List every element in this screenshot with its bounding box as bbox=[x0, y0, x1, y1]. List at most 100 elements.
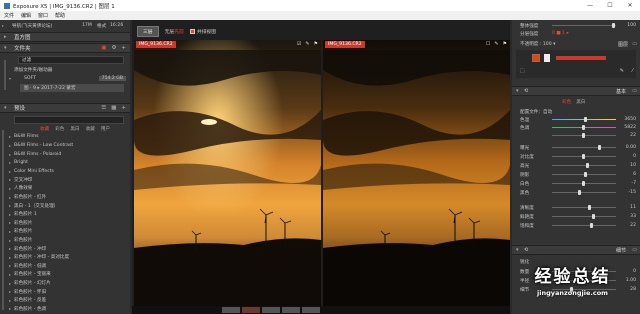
list-view-icon[interactable]: ☰ bbox=[101, 105, 106, 111]
selected-folder[interactable]: 图 · 9 ▸ 2017-7-22 蒙宏 bbox=[20, 84, 124, 92]
maximize-button[interactable]: ☐ bbox=[600, 0, 620, 11]
expand-icon[interactable]: ▸ bbox=[9, 229, 11, 234]
slider-row[interactable]: 白色 -7 bbox=[512, 180, 640, 187]
slider-track[interactable] bbox=[552, 207, 616, 208]
histogram-section[interactable]: ▸ 直方图 bbox=[0, 32, 130, 42]
flag-icon[interactable]: ⚑ bbox=[314, 41, 318, 47]
preset-item[interactable]: ▸ Bright bbox=[0, 159, 130, 167]
grid-view-icon[interactable]: ▦ bbox=[111, 105, 116, 111]
preset-item[interactable]: ▸ 彩色胶片 - 冲印 - 高对比度 bbox=[0, 253, 130, 261]
layer-name-bar[interactable] bbox=[556, 56, 606, 60]
menu-window[interactable]: 窗口 bbox=[38, 12, 48, 19]
edit-icon[interactable]: ✎ bbox=[494, 41, 498, 47]
slider-knob[interactable] bbox=[582, 181, 585, 186]
expand-icon[interactable]: ▸ bbox=[9, 298, 11, 303]
pen-icon[interactable]: ✎ bbox=[620, 68, 624, 74]
slider-knob[interactable] bbox=[584, 117, 587, 122]
preset-tab-user[interactable]: 用户 bbox=[101, 126, 110, 132]
slider-knob[interactable] bbox=[586, 163, 589, 168]
brush-icon[interactable]: ⬚ bbox=[520, 68, 525, 74]
folders-section[interactable]: ▾ 文件夹 ▣ ⚙ + bbox=[0, 43, 130, 53]
preset-item[interactable]: ▸ 交叉冲印 bbox=[0, 176, 130, 184]
expand-icon[interactable]: ▸ bbox=[9, 212, 11, 217]
filmstrip[interactable] bbox=[132, 306, 510, 314]
mode-bw[interactable]: 黑白 bbox=[576, 99, 585, 105]
expand-icon[interactable]: ▸ bbox=[9, 169, 11, 174]
minimize-button[interactable]: — bbox=[580, 0, 600, 11]
slider-knob[interactable] bbox=[582, 125, 585, 130]
overall-strength-row[interactable]: 整体强度 100 bbox=[512, 22, 640, 29]
expand-icon[interactable]: ▸ bbox=[9, 203, 11, 208]
slider-knob[interactable] bbox=[584, 172, 587, 177]
slider-track[interactable] bbox=[552, 147, 616, 148]
preset-item[interactable]: ▸ 人像效果 bbox=[0, 185, 130, 193]
preset-item[interactable]: ▸ 彩色胶片 - 红外 bbox=[0, 193, 130, 201]
slider-row[interactable]: 阴影 6 bbox=[512, 171, 640, 178]
slider-knob[interactable] bbox=[588, 205, 591, 210]
thumb-4[interactable] bbox=[282, 307, 300, 313]
layers-menu-icon[interactable]: ▭ bbox=[632, 41, 637, 47]
layer-stack[interactable]: ⬚ ✎ ⁄ bbox=[516, 50, 636, 78]
slider-row[interactable]: 对比度 0 bbox=[512, 153, 640, 160]
expand-icon[interactable]: ▸ bbox=[9, 160, 11, 165]
preset-item[interactable]: ▸ 黑白 - 1（交叉处理） bbox=[0, 202, 130, 210]
layer-mask-thumbnail[interactable] bbox=[544, 54, 550, 62]
menu-edit[interactable]: 编辑 bbox=[21, 12, 31, 19]
slider-row[interactable]: 22 bbox=[512, 132, 640, 139]
layers-header[interactable]: 图层 ▭ bbox=[592, 39, 640, 49]
preset-item[interactable]: ▸ B&W Films bbox=[0, 133, 130, 141]
preset-tab-favorites[interactable]: 收藏 bbox=[40, 126, 49, 132]
slider-knob[interactable] bbox=[578, 190, 581, 195]
slider-row[interactable]: 饱和度 22 bbox=[512, 222, 640, 229]
preset-item[interactable]: ▸ 彩色胶片 bbox=[0, 228, 130, 236]
preset-tab-collect[interactable]: 收藏 bbox=[86, 126, 95, 132]
menu-file[interactable]: 文件 bbox=[4, 12, 14, 19]
layer-thumbnail[interactable] bbox=[532, 54, 540, 62]
expand-icon[interactable]: ▸ bbox=[9, 255, 11, 260]
reset-icon[interactable]: ⟲ bbox=[524, 88, 528, 94]
layer-strength-row[interactable]: 分层强度 0 ■ 1 ▸ bbox=[512, 30, 640, 37]
navigator-row[interactable]: ▸ 导航(飞天黄佛论坛) 17M 格式 16:26 bbox=[0, 22, 130, 30]
preset-item[interactable]: ▸ B&W Films - Polaroid bbox=[0, 150, 130, 158]
preset-item[interactable]: ▸ 彩色胶片 - 色调 bbox=[0, 305, 130, 313]
folder-search-input[interactable]: 过滤 bbox=[18, 56, 124, 64]
expand-icon[interactable]: ▸ bbox=[9, 246, 11, 251]
add-preset-icon[interactable]: + bbox=[121, 105, 126, 111]
add-folder-icon[interactable]: ▣ bbox=[101, 45, 106, 51]
expand-icon[interactable]: ▸ bbox=[9, 195, 11, 200]
compare-checkbox[interactable]: 并排视图 bbox=[189, 28, 216, 35]
basic-section[interactable]: ▾ ⟲ 基本 ▭ bbox=[512, 86, 640, 96]
layer-select[interactable]: 无层先前 bbox=[165, 28, 184, 35]
expand-icon[interactable]: ▸ bbox=[9, 152, 11, 157]
expand-icon[interactable]: ▸ bbox=[9, 177, 11, 182]
preset-tab-bw[interactable]: 黑白 bbox=[70, 126, 79, 132]
eyedropper-icon[interactable]: ⁄ bbox=[632, 68, 633, 74]
slider-track[interactable] bbox=[552, 225, 616, 226]
expand-icon[interactable]: ▸ bbox=[9, 272, 11, 277]
slider-knob[interactable] bbox=[590, 223, 593, 228]
slider-track[interactable] bbox=[552, 216, 616, 217]
slider-row[interactable]: 鲜艳度 33 bbox=[512, 213, 640, 220]
slider-track[interactable] bbox=[552, 165, 616, 166]
slider-knob[interactable] bbox=[598, 145, 601, 150]
close-button[interactable]: ✕ bbox=[620, 0, 640, 11]
thumb-3[interactable] bbox=[262, 307, 280, 313]
thumb-2[interactable] bbox=[242, 307, 260, 313]
slider-row[interactable]: 黑色 -15 bbox=[512, 189, 640, 196]
detail-menu-icon[interactable]: ▭ bbox=[632, 247, 637, 253]
thumb-1[interactable] bbox=[222, 307, 240, 313]
check-icon[interactable]: ☐ bbox=[486, 41, 490, 47]
slider-row[interactable]: 清晰度 11 bbox=[512, 204, 640, 211]
preset-item[interactable]: ▸ 彩色胶片 bbox=[0, 219, 130, 227]
preset-item[interactable]: ▸ 彩色胶片 - 宝丽来 bbox=[0, 271, 130, 279]
slider-row[interactable]: 高光 10 bbox=[512, 162, 640, 169]
image-pane-after[interactable]: IMG_9136.CR2 ☐ ✎ ⚑ bbox=[323, 40, 510, 314]
expand-icon[interactable]: ▸ bbox=[9, 134, 11, 139]
mode-button[interactable]: 三层 bbox=[137, 26, 159, 37]
expand-icon[interactable]: ▸ bbox=[9, 220, 11, 225]
source-row[interactable]: ▾ SOFT 754.2 GB bbox=[0, 75, 130, 83]
preset-item[interactable]: ▸ 彩色胶片 1 bbox=[0, 210, 130, 218]
detail-section[interactable]: ▾ ⟲ 细节 ▭ bbox=[512, 245, 640, 255]
slider-knob[interactable] bbox=[582, 133, 585, 138]
edit-icon[interactable]: ✎ bbox=[305, 41, 309, 47]
